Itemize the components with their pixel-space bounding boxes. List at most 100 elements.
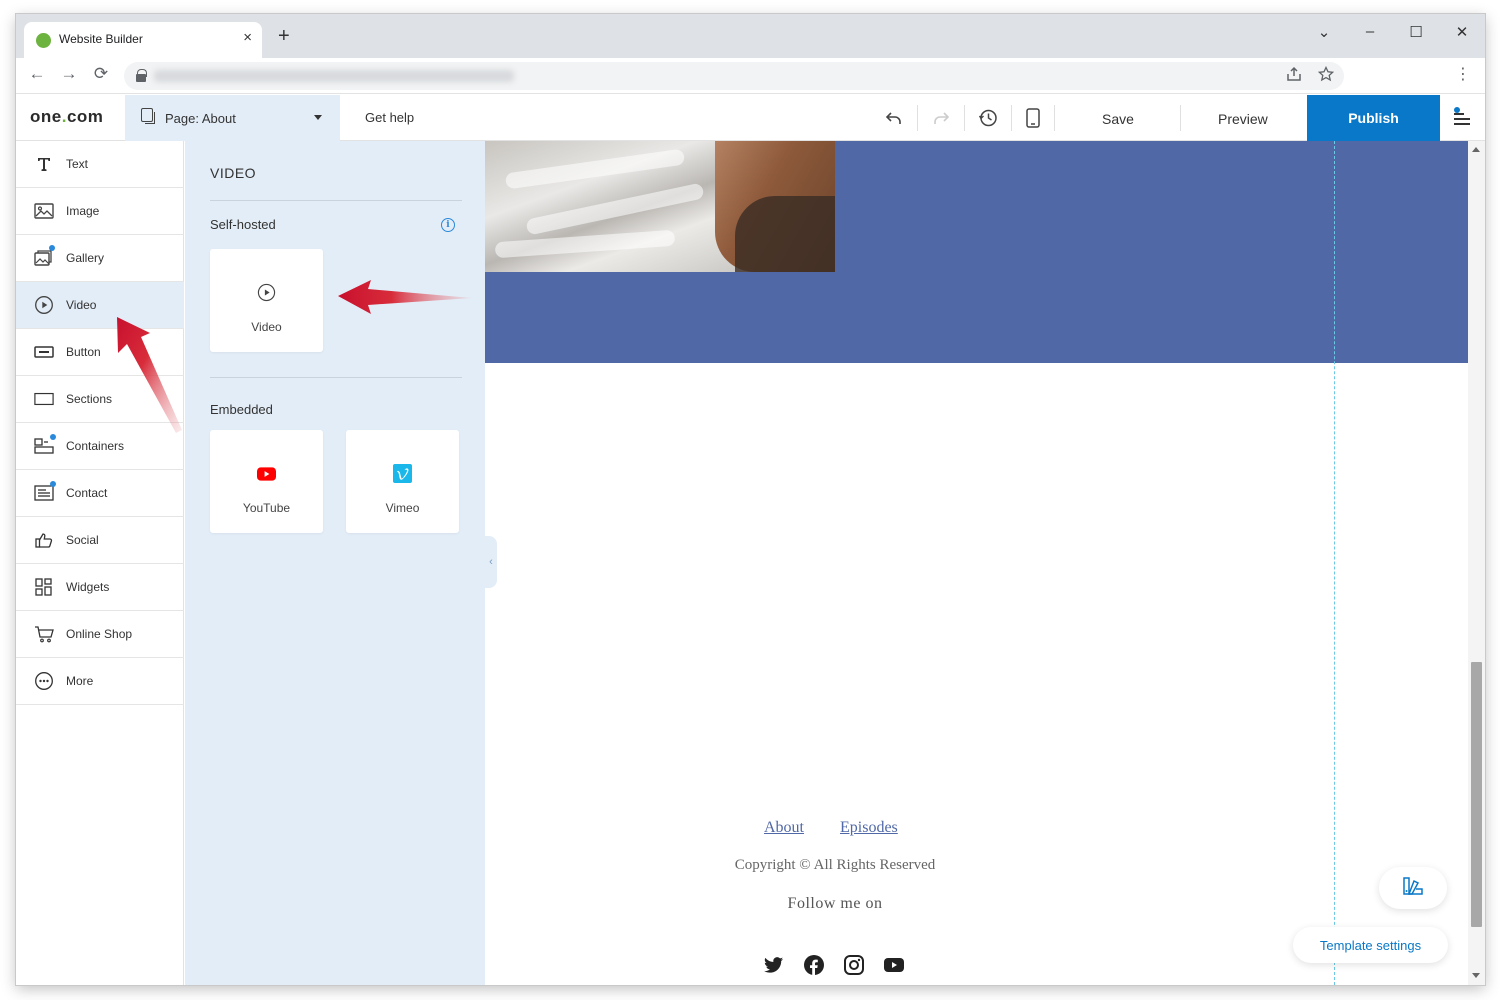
sidebar-item-widgets[interactable]: Widgets [16, 564, 184, 611]
new-badge-dot [49, 245, 55, 251]
favicon-icon [36, 33, 51, 48]
video-elements-panel: VIDEO Self-hosted i Video Embedded YouTu… [185, 141, 485, 985]
toolbar-divider [917, 105, 918, 131]
page-prefix: Page: [165, 111, 199, 126]
page-selector[interactable]: Page: About [125, 95, 340, 141]
youtube-card[interactable]: YouTube [210, 430, 323, 533]
info-icon[interactable]: i [441, 218, 455, 232]
vimeo-icon [393, 464, 412, 483]
back-button[interactable]: ← [27, 64, 47, 84]
footer-nav: About Episodes [764, 819, 934, 837]
sidebar-item-sections[interactable]: Sections [16, 376, 184, 423]
copyright-text: Copyright © All Rights Reserved [734, 857, 936, 873]
scroll-thumb[interactable] [1471, 662, 1482, 927]
thumbs-up-icon [34, 531, 54, 549]
history-icon[interactable] [977, 107, 999, 129]
instagram-icon[interactable] [844, 955, 864, 975]
share-icon[interactable] [1286, 66, 1302, 86]
tab-close-icon[interactable]: × [243, 29, 252, 46]
sidebar-item-label: Button [66, 345, 101, 359]
forward-button[interactable]: → [59, 64, 79, 84]
redo-icon[interactable] [930, 107, 952, 129]
sidebar-item-online-shop[interactable]: Online Shop [16, 611, 184, 658]
toolbar-divider [1011, 105, 1012, 131]
toolbar-divider [1180, 105, 1181, 131]
toolbar-divider [1054, 105, 1055, 131]
new-badge-dot [50, 434, 56, 440]
browser-window: Website Builder × + ⌄ – ☐ ✕ ← → ⟳ ⋮ one.… [16, 14, 1485, 985]
self-hosted-heading: Self-hosted [210, 217, 276, 232]
publish-button[interactable]: Publish [1307, 95, 1440, 141]
preview-button[interactable]: Preview [1218, 111, 1268, 127]
sidebar-item-more[interactable]: More [16, 658, 184, 705]
sidebar-item-label: Video [66, 298, 97, 312]
sidebar-item-button[interactable]: Button [16, 329, 184, 376]
sidebar-item-video[interactable]: Video [16, 282, 184, 329]
image-icon [34, 202, 54, 220]
sidebar-item-label: Sections [66, 392, 113, 406]
lock-icon [136, 69, 147, 82]
sidebar-item-social[interactable]: Social [16, 517, 184, 564]
close-window-button[interactable]: ✕ [1452, 23, 1472, 41]
design-settings-button[interactable] [1379, 867, 1447, 909]
scroll-up-arrow[interactable] [1472, 147, 1480, 152]
sidebar-item-contact[interactable]: Contact [16, 470, 184, 517]
facebook-icon[interactable] [804, 955, 824, 975]
self-hosted-video-card[interactable]: Video [210, 249, 323, 352]
collapse-panel-handle[interactable]: ‹ [485, 536, 497, 588]
new-badge-dot [50, 481, 56, 487]
twitter-icon[interactable] [764, 955, 784, 975]
sidebar-item-label: Text [66, 157, 89, 171]
panel-title: VIDEO [210, 165, 257, 181]
url-text-blurred [154, 70, 514, 82]
hero-photo[interactable] [485, 141, 835, 272]
embedded-heading: Embedded [210, 402, 273, 417]
footer-link-episodes[interactable]: Episodes [840, 819, 898, 836]
text-icon [34, 155, 54, 173]
tab-strip: Website Builder × + ⌄ – ☐ ✕ [16, 14, 1485, 58]
panel-divider [210, 377, 462, 378]
onecom-logo[interactable]: one.com [30, 107, 103, 127]
sidebar-item-label: Online Shop [66, 627, 133, 641]
sidebar-item-gallery[interactable]: Gallery [16, 235, 184, 282]
sidebar-item-image[interactable]: Image [16, 188, 184, 235]
button-icon [34, 343, 54, 361]
sidebar-item-containers[interactable]: Containers [16, 423, 184, 470]
page-selector-label: Page: About [165, 111, 236, 126]
new-tab-button[interactable]: + [278, 26, 290, 46]
layout-guide-line [1334, 141, 1335, 985]
get-help-link[interactable]: Get help [365, 110, 414, 125]
footer-link-about[interactable]: About [764, 819, 804, 836]
address-bar[interactable] [124, 62, 1344, 90]
sidebar-item-label: Containers [66, 439, 125, 453]
canvas-scrollbar[interactable] [1468, 141, 1485, 985]
cart-icon [34, 625, 54, 643]
more-dots-icon [34, 672, 54, 690]
tab-title: Website Builder [59, 32, 143, 46]
sidebar-item-text[interactable]: Text [16, 141, 184, 188]
minimize-button[interactable]: – [1360, 23, 1380, 40]
current-page-name: About [201, 111, 236, 126]
undo-icon[interactable] [883, 107, 905, 129]
hamburger-menu-icon[interactable] [1454, 107, 1474, 127]
save-button[interactable]: Save [1102, 111, 1134, 127]
bookmark-star-icon[interactable] [1317, 65, 1335, 86]
palette-brush-icon [1402, 876, 1424, 901]
template-settings-button[interactable]: Template settings [1293, 927, 1448, 963]
gallery-icon [34, 249, 54, 267]
video-play-icon [34, 296, 54, 314]
mobile-view-icon[interactable] [1022, 107, 1044, 129]
tab-search-icon[interactable]: ⌄ [1314, 23, 1334, 41]
reload-button[interactable]: ⟳ [91, 64, 111, 84]
page-canvas[interactable]: About Episodes Copyright © All Rights Res… [485, 141, 1468, 985]
logo-part: com [66, 107, 104, 126]
maximize-button[interactable]: ☐ [1406, 23, 1426, 41]
sidebar-item-label: Gallery [66, 251, 105, 265]
browser-menu-icon[interactable]: ⋮ [1455, 64, 1471, 84]
scroll-down-arrow[interactable] [1472, 973, 1480, 978]
browser-tab[interactable]: Website Builder × [24, 22, 262, 58]
youtube-icon[interactable] [884, 955, 904, 975]
vimeo-card[interactable]: Vimeo [346, 430, 459, 533]
sidebar-item-label: More [66, 674, 94, 688]
toolbar-divider [964, 105, 965, 131]
